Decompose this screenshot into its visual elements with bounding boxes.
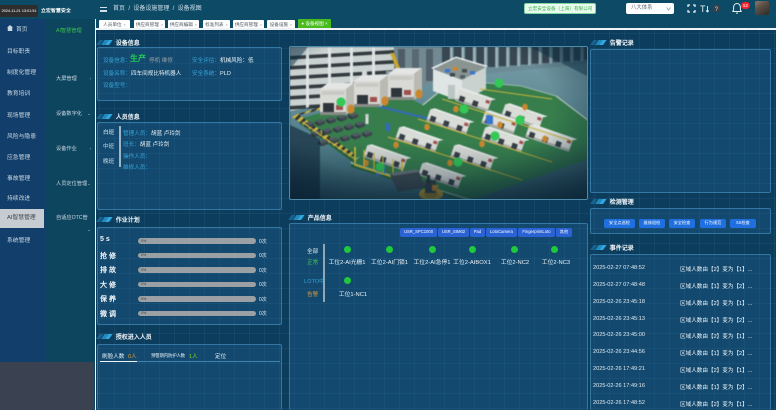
svg-text:T: T xyxy=(700,4,706,13)
